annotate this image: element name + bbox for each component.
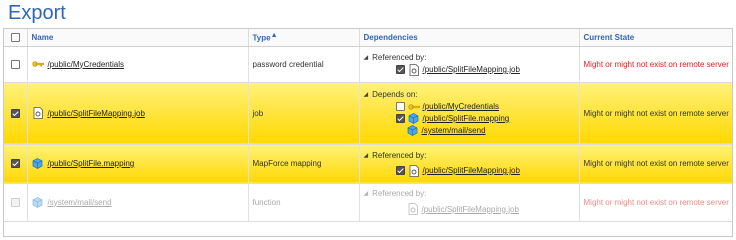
column-state-label: Current State [583,32,635,42]
key-icon [407,101,420,113]
object-link[interactable]: /public/SplitFileMapping.job [48,109,145,118]
collapse-triangle-icon[interactable]: ◢ [364,54,369,61]
state-cell: Might or might not exist on remote serve… [579,82,732,145]
dependency-checkbox[interactable] [395,114,405,123]
column-header-dependencies[interactable]: Dependencies [359,29,580,47]
select-all-header [4,29,28,47]
column-header-state[interactable]: Current State [579,29,732,47]
row-check-cell [4,183,28,222]
dependencies-cell: ◢ Referenced by: /public/SplitFileMapping… [359,183,580,222]
key-icon [31,58,44,70]
row-check-cell [4,46,28,83]
dependencies-cell: ◢ Referenced by: /public/SplitFileMapping… [359,46,580,83]
dependency-link[interactable]: /public/SplitFileMapping.job [423,166,520,175]
select-all-checkbox[interactable] [10,32,20,42]
state-cell: Might or might not exist on remote serve… [579,144,732,184]
table-row[interactable]: /public/SplitFileMapping.job job ◢ Depend… [4,82,732,145]
name-cell: /public/SplitFile.mapping [27,144,249,184]
export-table: Name Type▲ Dependencies Current State /p… [4,29,732,222]
dependency-checkbox[interactable] [395,65,405,74]
row-checkbox[interactable] [10,59,20,69]
dependency-link: /public/SplitFileMapping.job [421,204,519,214]
table-row[interactable]: /public/SplitFile.mapping MapForce mappi… [4,144,732,184]
job-icon [407,203,419,215]
dependencies-cell: ◢ Depends on: /public/MyCredentials /publ… [359,82,580,145]
mapping-icon [32,196,44,208]
export-table-panel: Name Type▲ Dependencies Current State /p… [3,28,733,237]
row-checkbox[interactable] [10,159,20,169]
table-header-row: Name Type▲ Dependencies Current State [4,29,732,47]
type-cell: job [248,82,360,145]
row-checkbox[interactable] [10,108,20,118]
dependency-checkbox[interactable] [395,166,405,175]
collapse-triangle-icon: ◢ [363,191,369,197]
dependencies-cell: ◢ Referenced by: /public/SplitFileMapping… [359,144,580,184]
mapping-icon [408,113,420,125]
state-cell: Might or might not exist on remote serve… [579,183,732,222]
sort-ascending-icon: ▲ [270,31,278,39]
type-cell: password credential [248,46,360,83]
object-link[interactable]: /public/MyCredentials [48,60,124,69]
mapping-icon [32,158,44,170]
collapse-triangle-icon[interactable]: ◢ [364,152,369,159]
job-icon [408,164,420,177]
column-header-name[interactable]: Name [27,29,249,47]
name-cell: /public/SplitFileMapping.job [27,82,249,145]
dependency-header: Referenced by: [372,189,427,198]
row-check-cell [4,82,28,145]
dependency-link[interactable]: /public/SplitFile.mapping [423,114,510,123]
job-icon [32,107,44,119]
dependency-checkbox[interactable] [395,102,405,111]
state-cell: Might or might not exist on remote serve… [579,46,732,83]
table-row[interactable]: /public/MyCredentials password credentia… [4,46,732,83]
row-check-cell [4,144,28,184]
object-link[interactable]: /public/SplitFile.mapping [48,159,135,168]
page-title: Export [8,2,66,24]
row-checkbox [10,197,20,207]
name-cell: /public/MyCredentials [27,46,249,83]
table-row: /system/mail/send function ◢ Referenced b… [4,183,732,222]
dependency-link[interactable]: /public/MyCredentials [423,102,499,111]
object-link: /system/mail/send [47,197,112,207]
dependency-header: Referenced by: [372,52,427,62]
mapping-icon [407,125,419,137]
job-icon [408,63,420,76]
column-type-label: Type [252,33,271,43]
name-cell: /system/mail/send [27,183,249,222]
column-dependencies-label: Dependencies [363,32,418,42]
dependency-header: Depends on: [372,89,418,99]
dependency-link[interactable]: /system/mail/send [422,126,486,135]
column-name-label: Name [31,32,54,42]
type-cell: MapForce mapping [248,144,360,184]
collapse-triangle-icon[interactable]: ◢ [364,91,369,98]
type-cell: function [248,183,360,222]
column-header-type[interactable]: Type▲ [248,29,360,47]
dependency-link[interactable]: /public/SplitFileMapping.job [423,65,520,74]
dependency-header: Referenced by: [372,150,427,160]
